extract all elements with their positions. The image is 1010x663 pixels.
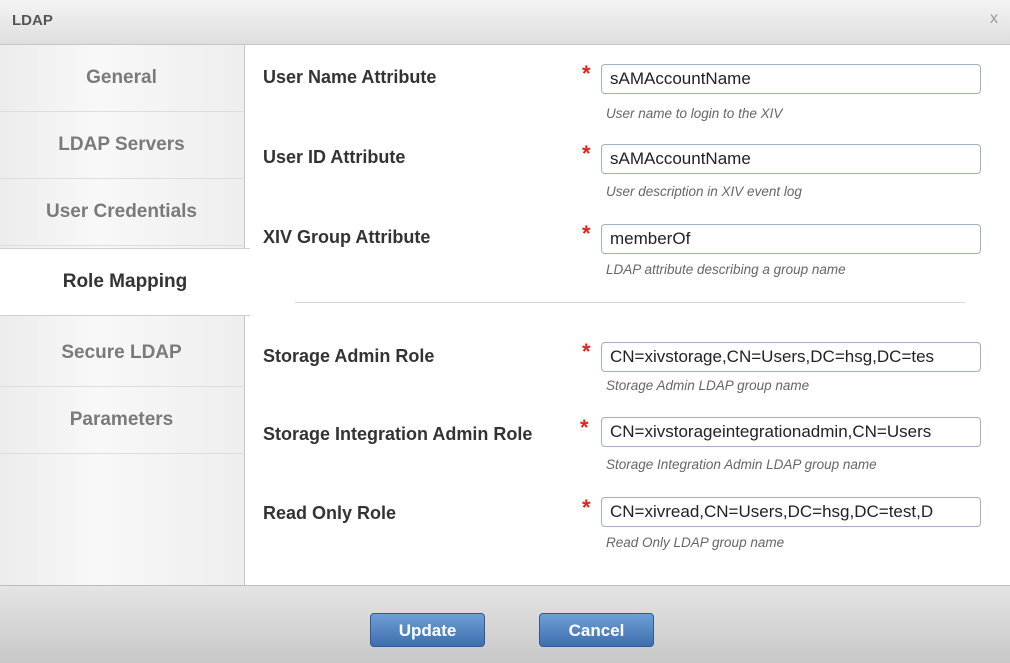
- field-hint: LDAP attribute describing a group name: [606, 262, 846, 277]
- sidebar: General LDAP Servers User Credentials Ro…: [0, 45, 250, 585]
- field-row-read-only-role: Read Only Role * CN=xivread,CN=Users,DC=…: [245, 495, 1010, 567]
- field-hint: User description in XIV event log: [606, 184, 802, 199]
- required-marker: *: [582, 61, 591, 86]
- role-mapping-form: User Name Attribute * sAMAccountName Use…: [245, 45, 1010, 585]
- field-label: User ID Attribute: [263, 147, 406, 167]
- required-marker: *: [580, 415, 589, 440]
- cancel-button[interactable]: Cancel: [539, 613, 654, 647]
- field-label: Storage Integration Admin Role: [263, 424, 533, 444]
- storage-integration-admin-role-input[interactable]: CN=xivstorageintegrationadmin,CN=Users: [601, 417, 981, 447]
- field-row-user-id-attribute: User ID Attribute * sAMAccountName User …: [245, 141, 1010, 211]
- storage-admin-role-input[interactable]: CN=xivstorage,CN=Users,DC=hsg,DC=tes: [601, 342, 981, 372]
- tab-ldap-servers[interactable]: LDAP Servers: [0, 112, 243, 179]
- field-row-storage-admin-role: Storage Admin Role * CN=xivstorage,CN=Us…: [245, 339, 1010, 409]
- required-marker: *: [582, 339, 591, 364]
- field-label: Storage Admin Role: [263, 346, 435, 366]
- required-marker: *: [582, 141, 591, 166]
- update-button[interactable]: Update: [370, 613, 485, 647]
- field-hint: Storage Admin LDAP group name: [606, 378, 810, 393]
- field-label: XIV Group Attribute: [263, 227, 431, 247]
- required-marker: *: [582, 221, 591, 246]
- tab-parameters[interactable]: Parameters: [0, 387, 243, 454]
- close-icon[interactable]: x: [990, 10, 998, 28]
- field-label: Read Only Role: [263, 503, 397, 523]
- dialog-title: LDAP: [12, 12, 53, 29]
- section-divider: [295, 302, 965, 303]
- tab-general[interactable]: General: [0, 45, 243, 112]
- field-hint: Read Only LDAP group name: [606, 535, 785, 550]
- field-hint: User name to login to the XIV: [606, 106, 783, 121]
- field-hint: Storage Integration Admin LDAP group nam…: [606, 457, 877, 472]
- tab-user-credentials[interactable]: User Credentials: [0, 179, 243, 246]
- tab-role-mapping[interactable]: Role Mapping: [0, 248, 250, 316]
- xiv-group-attribute-input[interactable]: memberOf: [601, 224, 981, 254]
- field-row-user-name-attribute: User Name Attribute * sAMAccountName Use…: [245, 61, 1010, 131]
- title-bar: LDAP x: [0, 0, 1010, 45]
- user-name-attribute-input[interactable]: sAMAccountName: [601, 64, 981, 94]
- field-row-xiv-group-attribute: XIV Group Attribute * memberOf LDAP attr…: [245, 221, 1010, 291]
- required-marker: *: [582, 495, 591, 520]
- read-only-role-input[interactable]: CN=xivread,CN=Users,DC=hsg,DC=test,D: [601, 497, 981, 527]
- user-id-attribute-input[interactable]: sAMAccountName: [601, 144, 981, 174]
- dialog-footer: Update Cancel: [0, 585, 1010, 663]
- field-row-storage-integration-admin-role: Storage Integration Admin Role * CN=xivs…: [245, 415, 1010, 487]
- ldap-dialog: LDAP x General LDAP Servers User Credent…: [0, 0, 1010, 663]
- field-label: User Name Attribute: [263, 67, 437, 87]
- tab-secure-ldap[interactable]: Secure LDAP: [0, 320, 243, 387]
